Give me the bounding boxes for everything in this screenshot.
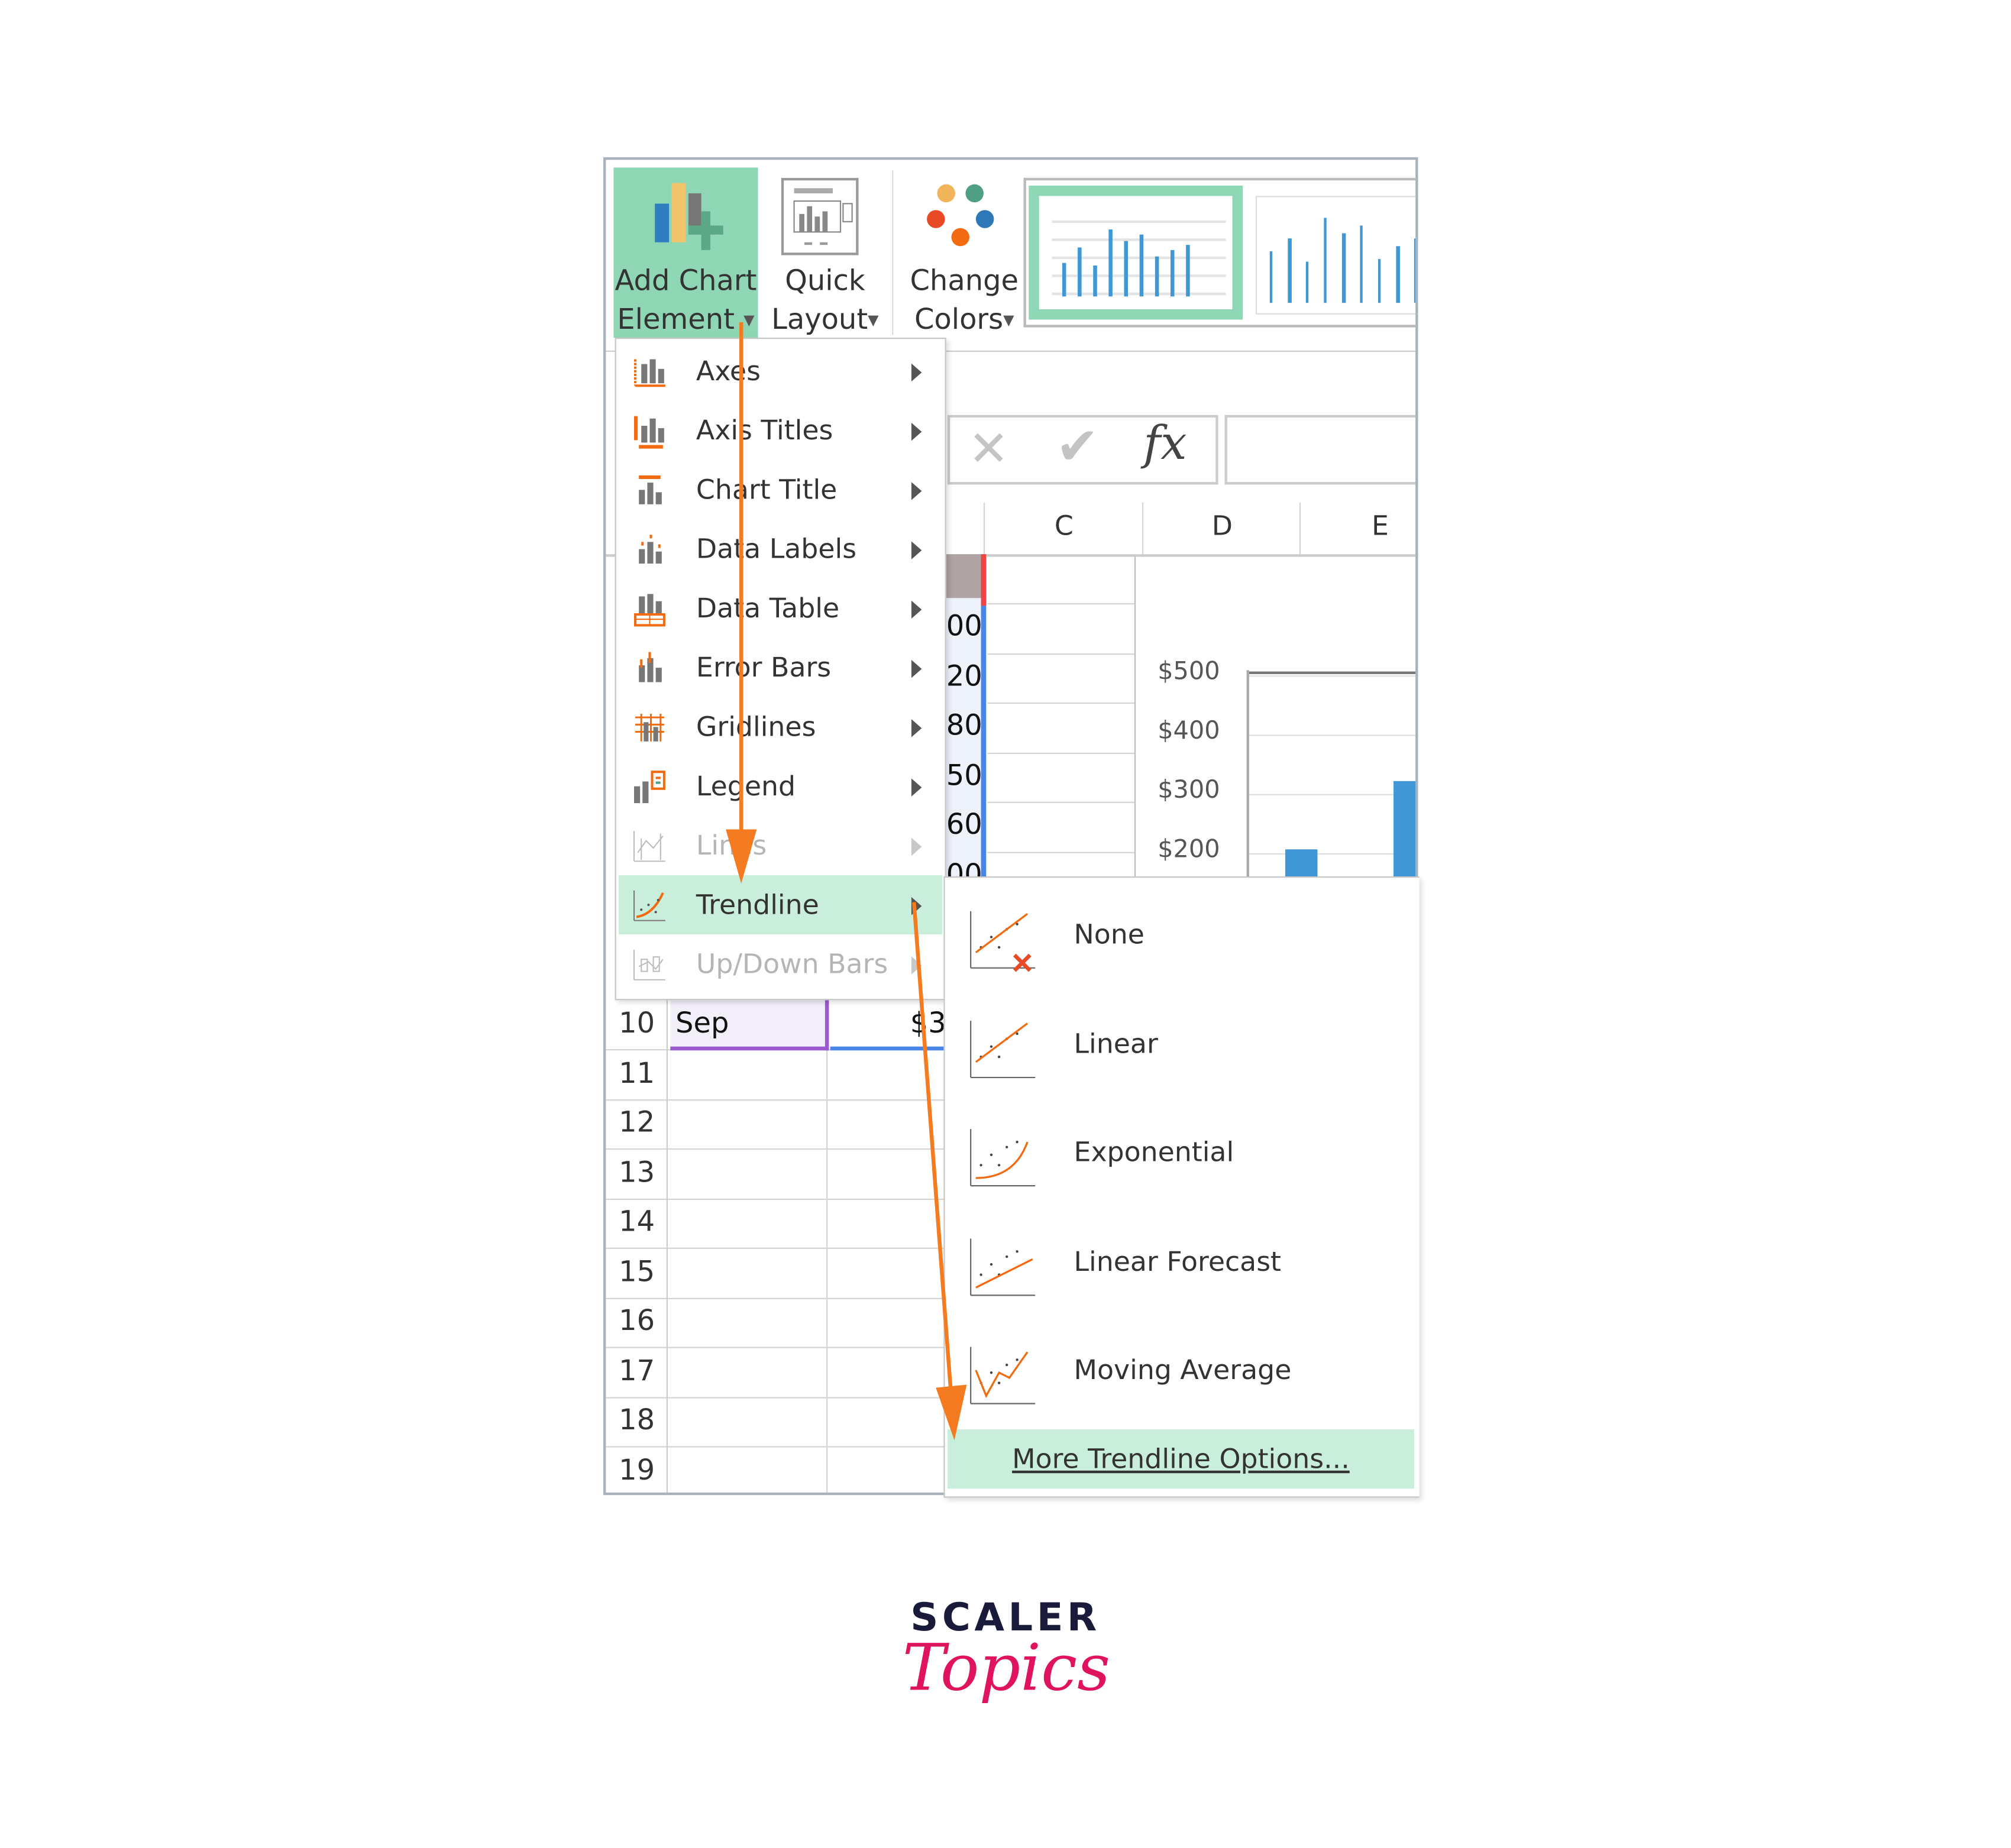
arrow-head	[936, 1384, 967, 1441]
scaler-topics-logo: SCALER Topics	[902, 1595, 1111, 1705]
annotation-arrows	[726, 322, 967, 1441]
arrow-head	[726, 829, 757, 883]
logo-text: Topics	[902, 1630, 1111, 1705]
arrow-line	[912, 902, 953, 1399]
